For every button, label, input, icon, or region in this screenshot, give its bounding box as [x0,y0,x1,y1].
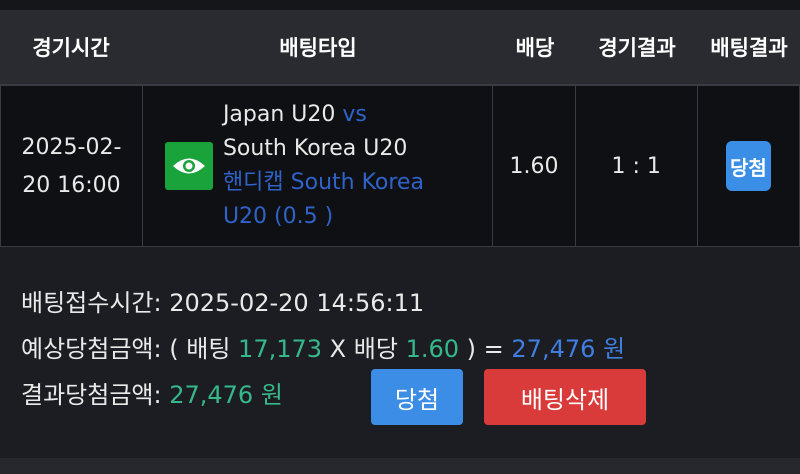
bet-time-row: 배팅접수시간: 2025-02-20 14:56:11 [21,280,625,326]
win-badge: 당첨 [725,141,771,191]
game-time-date: 2025-02- [21,135,122,160]
bet-result-cell: 당첨 [698,86,800,246]
expected-win-amount: 27,476 원 [511,335,626,363]
odds-cell: 1.60 [493,86,576,246]
table-row: 2025-02- 20 16:00 Japan U20 vs South Kor… [0,85,800,247]
header-odds: 배당 [515,36,555,60]
close-equals: ) = [466,335,504,363]
times-sign: X [329,335,347,363]
expected-win-row: 예상당첨금액: ( 배팅 17,173 X 배당 1.60 ) = 27,476… [21,326,625,372]
result-win-label: 결과당첨금액: [21,381,162,409]
odds-value: 1.60 [405,335,460,363]
view-detail-button[interactable] [164,142,213,190]
bet-word: 배팅 [186,335,231,363]
odds-word: 배당 [353,335,398,363]
home-team: Japan U20 [222,102,336,127]
match-info: Japan U20 vs South Korea U20 핸디캡 South K… [223,98,424,234]
header-game-result: 경기결과 [598,36,676,60]
win-button[interactable]: 당첨 [371,369,463,425]
handicap-value: U20 (0.5 ) [222,204,334,229]
away-team: South Korea U20 [222,136,408,161]
bet-type-cell: Japan U20 vs South Korea U20 핸디캡 South K… [143,86,494,246]
score-cell: 1 : 1 [576,86,698,246]
header-game-time: 경기시간 [32,36,110,60]
bet-time-label: 배팅접수시간: [21,289,162,317]
bottom-bar [0,458,800,474]
eye-icon [172,158,205,174]
header-bet-result: 배팅결과 [710,36,788,60]
bet-amount: 17,173 [238,335,323,363]
open-paren: ( [169,335,179,363]
game-time-cell: 2025-02- 20 16:00 [0,86,143,246]
handicap-pick: 핸디캡 South Korea [222,170,424,195]
table-header: 경기시간 배팅타입 배당 경기결과 배팅결과 [0,10,800,85]
top-bar [0,0,800,10]
expected-win-label: 예상당첨금액: [21,335,162,363]
header-bet-type: 배팅타입 [279,36,357,60]
game-time-hour: 20 16:00 [22,173,121,198]
result-win-amount: 27,476 원 [169,381,283,409]
bet-history-table: 경기시간 배팅타입 배당 경기결과 배팅결과 2025-02- 20 16:00 [0,10,800,247]
vs-label: vs [342,102,367,127]
bet-time-value: 2025-02-20 14:56:11 [169,289,425,317]
delete-bet-button[interactable]: 배팅삭제 [484,369,646,425]
